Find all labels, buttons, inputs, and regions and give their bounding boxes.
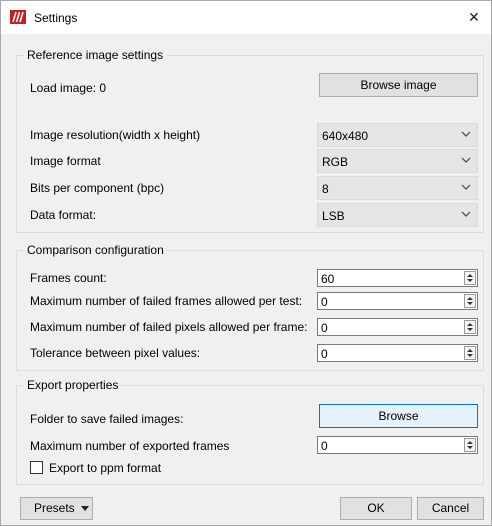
frames-count-label: Frames count:: [30, 271, 107, 285]
bpc-value: 8: [322, 182, 329, 196]
max-exported-value: 0: [321, 439, 328, 453]
data-format-value: LSB: [322, 209, 345, 223]
export-ppm-checkbox[interactable]: [30, 461, 43, 474]
max-exported-spinbox[interactable]: 0: [317, 436, 478, 454]
image-format-select[interactable]: RGB: [317, 149, 478, 173]
image-format-label: Image format: [30, 154, 101, 168]
max-failed-pixels-label: Maximum number of failed pixels allowed …: [30, 320, 308, 334]
tolerance-spinbox[interactable]: 0: [317, 344, 478, 362]
window-title: Settings: [34, 11, 78, 25]
image-format-value: RGB: [322, 155, 349, 169]
ok-button[interactable]: OK: [340, 497, 412, 520]
settings-dialog: Settings ✕ Reference image settings Load…: [0, 0, 492, 526]
spin-arrows-icon[interactable]: [464, 320, 476, 334]
export-ppm-label: Export to ppm format: [49, 461, 162, 475]
comparison-group-title: Comparison configuration: [24, 243, 167, 257]
data-format-label: Data format:: [30, 208, 97, 222]
browse-image-button[interactable]: Browse image: [319, 73, 478, 97]
cancel-button[interactable]: Cancel: [417, 497, 484, 520]
chevron-down-icon: [461, 184, 471, 190]
bpc-label: Bits per component (bpc): [30, 181, 165, 195]
frames-count-value: 60: [321, 272, 335, 286]
chevron-down-icon: [461, 157, 471, 163]
close-icon: ✕: [468, 9, 480, 25]
resolution-label: Image resolution(width x height): [30, 128, 201, 142]
title-bar: Settings ✕: [1, 1, 491, 34]
frames-count-spinbox[interactable]: 60: [317, 269, 478, 287]
data-format-select[interactable]: LSB: [317, 203, 478, 227]
max-failed-frames-spinbox[interactable]: 0: [317, 292, 478, 310]
export-group-title: Export properties: [24, 378, 122, 392]
chevron-down-icon: [461, 131, 471, 137]
spin-arrows-icon[interactable]: [464, 271, 476, 285]
caret-down-icon: [81, 506, 89, 511]
resolution-value: 640x480: [322, 129, 369, 143]
resolution-select[interactable]: 640x480: [317, 123, 478, 147]
max-failed-pixels-spinbox[interactable]: 0: [317, 318, 478, 336]
max-failed-pixels-value: 0: [321, 321, 328, 335]
spin-arrows-icon[interactable]: [464, 346, 476, 360]
presets-button[interactable]: Presets: [20, 497, 93, 520]
spin-arrows-icon[interactable]: [464, 294, 476, 308]
max-exported-label: Maximum number of exported frames: [30, 439, 230, 453]
browse-folder-button[interactable]: Browse: [319, 404, 478, 428]
max-failed-frames-label: Maximum number of failed frames allowed …: [30, 294, 303, 308]
spin-arrows-icon[interactable]: [464, 438, 476, 452]
folder-label: Folder to save failed images:: [30, 412, 184, 426]
tolerance-label: Tolerance between pixel values:: [30, 346, 201, 360]
tolerance-value: 0: [321, 347, 328, 361]
app-logo-icon: [10, 10, 26, 24]
presets-label: Presets: [34, 501, 75, 515]
bpc-select[interactable]: 8: [317, 176, 478, 200]
load-image-label: Load image: 0: [30, 81, 107, 95]
max-failed-frames-value: 0: [321, 295, 328, 309]
reference-group-title: Reference image settings: [24, 48, 167, 62]
chevron-down-icon: [461, 211, 471, 217]
close-button[interactable]: ✕: [457, 1, 491, 34]
